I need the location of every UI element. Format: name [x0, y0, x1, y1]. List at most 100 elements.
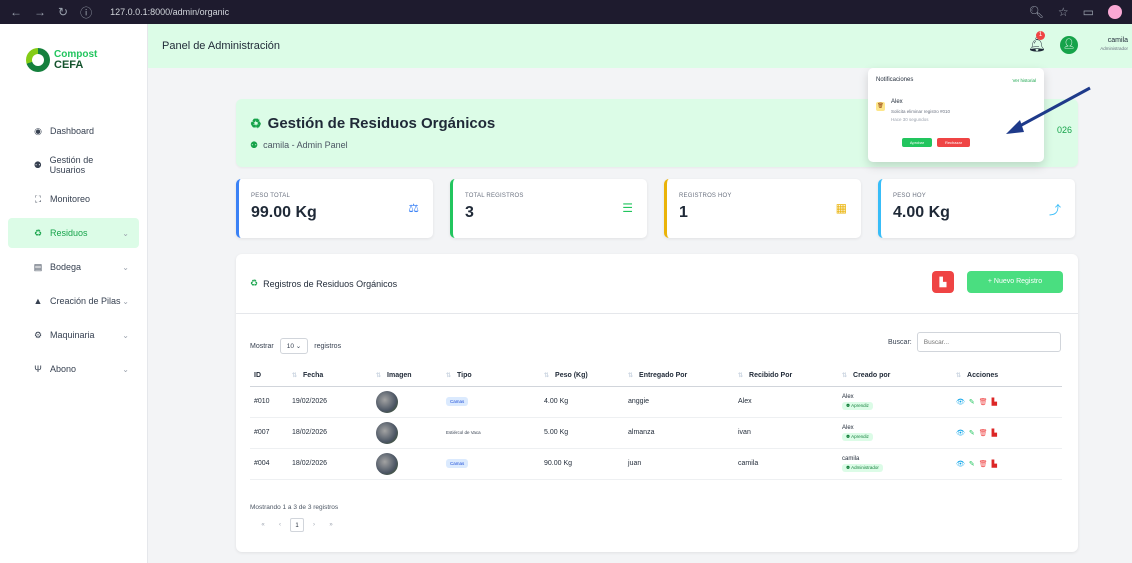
- first-page-button[interactable]: «: [256, 518, 270, 532]
- delete-icon[interactable]: 🗑︎: [979, 460, 988, 468]
- column-header[interactable]: ⇅ Creado por: [838, 366, 952, 387]
- column-header[interactable]: ID: [250, 366, 288, 387]
- sort-icon: ⇅: [842, 373, 848, 380]
- search-input[interactable]: [916, 332, 1061, 352]
- sidebar-item-monitoreo[interactable]: ⛶ Monitoreo: [8, 184, 139, 214]
- table-header-row: ID ⇅ Fecha ⇅ Imagen ⇅ Tipo ⇅ Peso (Kg) ⇅ Entregado…: [250, 366, 1062, 387]
- brand-logo[interactable]: Compost CEFA: [0, 24, 147, 96]
- column-header[interactable]: ⇅ Recibido Por: [734, 366, 838, 387]
- pdf-icon[interactable]: ▙: [992, 460, 997, 468]
- sidebar-item-abono[interactable]: Ψ Abono ⌄: [8, 354, 139, 384]
- star-icon[interactable]: ☆: [1058, 5, 1069, 19]
- prev-page-button[interactable]: ‹: [273, 518, 287, 532]
- notifications-heading: Notificaciones: [876, 77, 914, 83]
- pagination: « ‹ 1 › »: [256, 518, 338, 532]
- sidebar-item-label: Abono: [50, 364, 77, 374]
- cell-imagen: [372, 448, 442, 480]
- cell-id: #010: [250, 386, 288, 418]
- creator-name: Alex: [842, 393, 854, 400]
- column-header-label: Entregado Por: [639, 372, 688, 380]
- page-length-select[interactable]: 10 ⌄: [279, 338, 309, 354]
- view-icon[interactable]: 👁︎: [956, 429, 965, 437]
- history-link[interactable]: Ver historial: [1012, 78, 1036, 83]
- address-bar[interactable]: 127.0.0.1:8000/admin/organic: [110, 7, 229, 17]
- waste-thumbnail[interactable]: [376, 452, 398, 475]
- forward-icon[interactable]: →: [34, 5, 46, 19]
- waste-thumbnail[interactable]: [376, 421, 398, 444]
- column-header[interactable]: ⇅ Imagen: [372, 366, 442, 387]
- cell-imagen: [372, 417, 442, 449]
- column-header[interactable]: ⇅ Tipo: [442, 366, 540, 387]
- stat-card: Total Registros 3 ☰: [450, 179, 647, 238]
- column-header[interactable]: ⇅ Entregado Por: [624, 366, 734, 387]
- user-icon[interactable]: 👤︎: [1060, 36, 1078, 54]
- window-icon[interactable]: ▭: [1083, 5, 1094, 19]
- cell-acciones: 👁︎ ✎ 🗑︎ ▙: [952, 448, 1062, 480]
- column-header[interactable]: ⇅ Acciones: [952, 366, 1062, 387]
- notification-time: Hace 30 segundos: [891, 117, 929, 122]
- profile-avatar[interactable]: [1108, 5, 1122, 19]
- reload-icon[interactable]: ↻: [58, 5, 68, 19]
- page-length-value: 10: [286, 343, 294, 350]
- creator-name: Alex: [842, 424, 854, 431]
- user-tie-icon: ⚉: [250, 140, 259, 150]
- last-page-button[interactable]: »: [324, 518, 338, 532]
- calendar-icon: ▦: [835, 201, 847, 215]
- users-icon: ⚉: [33, 159, 42, 170]
- role-badge: ⚉ Aprendiz: [842, 432, 873, 441]
- hero-subtitle: camila - Admin Panel: [263, 140, 348, 150]
- sidebar-item-residuos[interactable]: ♻ Residuos ⌄: [8, 218, 139, 248]
- sidebar-item-creación-de-pilas[interactable]: ▲ Creación de Pilas ⌄: [8, 286, 139, 316]
- type-badge: Camas: [446, 459, 469, 468]
- back-icon[interactable]: ←: [10, 5, 22, 19]
- edit-icon[interactable]: ✎: [969, 429, 975, 437]
- reject-button[interactable]: Rechazar: [937, 138, 970, 147]
- sidebar-item-dashboard[interactable]: ◉ Dashboard: [8, 116, 139, 146]
- sidebar-item-gestión-de-usuarios[interactable]: ⚉ Gestión de Usuarios: [8, 150, 139, 180]
- user-menu[interactable]: camila Administrador: [1098, 37, 1128, 53]
- page-button-current[interactable]: 1: [290, 518, 304, 532]
- sidebar-item-maquinaria[interactable]: ⚙ Maquinaria ⌄: [8, 320, 139, 350]
- delete-icon[interactable]: 🗑︎: [979, 429, 988, 437]
- sidebar-item-label: Bodega: [50, 262, 82, 272]
- approve-button[interactable]: Aprobar: [902, 138, 932, 147]
- next-page-button[interactable]: ›: [307, 518, 321, 532]
- cell-peso: 4.00 Kg: [540, 386, 624, 418]
- waste-thumbnail[interactable]: [376, 390, 398, 413]
- role-badge: ⚉ Administrador: [842, 463, 883, 472]
- zoom-icon[interactable]: 🔍︎: [1029, 5, 1044, 19]
- type-badge: Estiércol de Vaca: [446, 430, 481, 435]
- cell-imagen: [372, 386, 442, 418]
- site-info-icon[interactable]: ⓘ: [80, 4, 92, 21]
- scale-icon: ⚖: [408, 201, 419, 215]
- records-card: ♻ Registros de Residuos Orgánicos ▙ + Nu…: [236, 254, 1078, 552]
- pdf-icon[interactable]: ▙: [992, 429, 997, 437]
- cell-entregado: juan: [624, 448, 734, 480]
- column-header-label: Tipo: [457, 372, 472, 380]
- delete-icon[interactable]: 🗑︎: [979, 398, 988, 406]
- cell-entregado: almanza: [624, 417, 734, 449]
- column-header[interactable]: ⇅ Fecha: [288, 366, 372, 387]
- sidebar-item-label: Monitoreo: [50, 194, 91, 204]
- column-header[interactable]: ⇅ Peso (Kg): [540, 366, 624, 387]
- edit-icon[interactable]: ✎: [969, 460, 975, 468]
- sort-icon: ⇅: [376, 373, 382, 380]
- role-label: Aprendiz: [851, 433, 869, 439]
- sidebar-item-bodega[interactable]: ▤ Bodega ⌄: [8, 252, 139, 282]
- sidebar-item-label: Creación de Pilas: [50, 296, 121, 306]
- trend-icon: ⤴: [1048, 203, 1061, 217]
- chart-icon: ⛶: [34, 193, 42, 204]
- edit-icon[interactable]: ✎: [969, 398, 975, 406]
- cell-recibido: Alex: [734, 386, 838, 418]
- pdf-icon[interactable]: ▙: [992, 398, 997, 406]
- creator-name: camila: [842, 455, 860, 462]
- new-record-button[interactable]: + Nuevo Registro: [967, 271, 1063, 293]
- role-label: Aprendiz: [851, 402, 869, 408]
- page-length-control: Mostrar 10 ⌄ registros: [250, 338, 341, 354]
- view-icon[interactable]: 👁︎: [956, 398, 965, 406]
- sort-icon: ⇅: [956, 373, 962, 380]
- export-pdf-button[interactable]: ▙: [932, 271, 954, 293]
- stat-value: 1: [679, 204, 688, 221]
- view-icon[interactable]: 👁︎: [956, 460, 965, 468]
- recycle-icon: ♻: [33, 227, 43, 238]
